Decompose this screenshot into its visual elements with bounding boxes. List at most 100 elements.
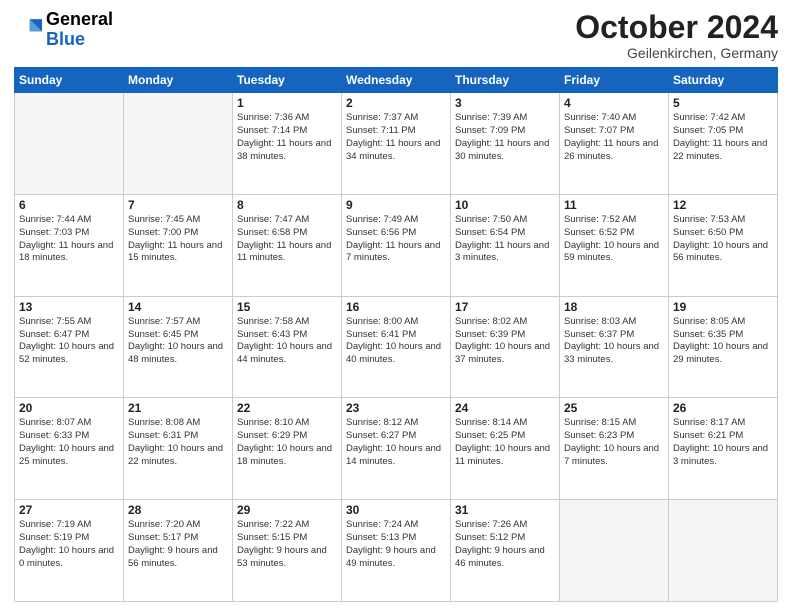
day-number: 24 xyxy=(455,401,555,415)
day-number: 16 xyxy=(346,300,446,314)
calendar-cell: 5 Sunrise: 7:42 AM Sunset: 7:05 PM Daylig… xyxy=(669,93,778,195)
day-info: Sunrise: 7:49 AM Sunset: 6:56 PM Dayligh… xyxy=(346,214,446,265)
day-header-saturday: Saturday xyxy=(669,68,778,93)
logo-line1: General xyxy=(46,10,113,30)
day-info: Sunrise: 8:08 AM Sunset: 6:31 PM Dayligh… xyxy=(128,417,228,468)
calendar-cell: 25Sunrise: 8:15 AM Sunset: 6:23 PM Dayli… xyxy=(560,398,669,500)
logo-icon xyxy=(14,16,42,44)
day-info: Sunrise: 7:55 AM Sunset: 6:47 PM Dayligh… xyxy=(19,316,119,367)
day-number: 27 xyxy=(19,503,119,517)
day-header-sunday: Sunday xyxy=(15,68,124,93)
day-number: 15 xyxy=(237,300,337,314)
calendar-cell: 17 Sunrise: 8:02 AM Sunset: 6:39 PM Dayli… xyxy=(451,296,560,398)
day-number: 20 xyxy=(19,401,119,415)
calendar-cell: 19Sunrise: 8:05 AM Sunset: 6:35 PM Dayli… xyxy=(669,296,778,398)
page: General Blue October 2024 Geilenkirchen,… xyxy=(0,0,792,612)
calendar-week-3: 20 Sunrise: 8:07 AM Sunset: 6:33 PM Dayli… xyxy=(15,398,778,500)
logo-line2: Blue xyxy=(46,30,113,50)
calendar-cell: 20 Sunrise: 8:07 AM Sunset: 6:33 PM Dayli… xyxy=(15,398,124,500)
calendar-cell: 18 Sunrise: 8:03 AM Sunset: 6:37 PM Dayli… xyxy=(560,296,669,398)
day-header-tuesday: Tuesday xyxy=(233,68,342,93)
day-info: Sunrise: 7:37 AM Sunset: 7:11 PM Dayligh… xyxy=(346,112,446,163)
day-number: 7 xyxy=(128,198,228,212)
day-number: 14 xyxy=(128,300,228,314)
day-info: Sunrise: 8:00 AM Sunset: 6:41 PM Dayligh… xyxy=(346,316,446,367)
day-info: Sunrise: 7:58 AM Sunset: 6:43 PM Dayligh… xyxy=(237,316,337,367)
calendar-cell: 10Sunrise: 7:50 AM Sunset: 6:54 PM Dayli… xyxy=(451,194,560,296)
day-number: 6 xyxy=(19,198,119,212)
calendar-cell: 2 Sunrise: 7:37 AM Sunset: 7:11 PM Daylig… xyxy=(342,93,451,195)
calendar-cell: 31Sunrise: 7:26 AM Sunset: 5:12 PM Dayli… xyxy=(451,500,560,602)
day-info: Sunrise: 8:07 AM Sunset: 6:33 PM Dayligh… xyxy=(19,417,119,468)
calendar-cell: 9 Sunrise: 7:49 AM Sunset: 6:56 PM Daylig… xyxy=(342,194,451,296)
calendar-week-2: 13 Sunrise: 7:55 AM Sunset: 6:47 PM Dayli… xyxy=(15,296,778,398)
calendar-cell: 29 Sunrise: 7:22 AM Sunset: 5:15 PM Dayli… xyxy=(233,500,342,602)
calendar-title: October 2024 xyxy=(575,10,778,45)
day-info: Sunrise: 7:20 AM Sunset: 5:17 PM Dayligh… xyxy=(128,519,228,570)
day-info: Sunrise: 8:02 AM Sunset: 6:39 PM Dayligh… xyxy=(455,316,555,367)
day-number: 1 xyxy=(237,96,337,110)
day-header-thursday: Thursday xyxy=(451,68,560,93)
day-info: Sunrise: 8:03 AM Sunset: 6:37 PM Dayligh… xyxy=(564,316,664,367)
calendar-header-row: SundayMondayTuesdayWednesdayThursdayFrid… xyxy=(15,68,778,93)
day-number: 4 xyxy=(564,96,664,110)
day-info: Sunrise: 7:19 AM Sunset: 5:19 PM Dayligh… xyxy=(19,519,119,570)
day-number: 18 xyxy=(564,300,664,314)
day-number: 17 xyxy=(455,300,555,314)
day-info: Sunrise: 7:40 AM Sunset: 7:07 PM Dayligh… xyxy=(564,112,664,163)
calendar-cell: 14Sunrise: 7:57 AM Sunset: 6:45 PM Dayli… xyxy=(124,296,233,398)
calendar-table: SundayMondayTuesdayWednesdayThursdayFrid… xyxy=(14,67,778,602)
calendar-cell: 11Sunrise: 7:52 AM Sunset: 6:52 PM Dayli… xyxy=(560,194,669,296)
day-info: Sunrise: 7:24 AM Sunset: 5:13 PM Dayligh… xyxy=(346,519,446,570)
day-info: Sunrise: 7:39 AM Sunset: 7:09 PM Dayligh… xyxy=(455,112,555,163)
day-number: 30 xyxy=(346,503,446,517)
calendar-cell: 3Sunrise: 7:39 AM Sunset: 7:09 PM Daylig… xyxy=(451,93,560,195)
day-info: Sunrise: 8:17 AM Sunset: 6:21 PM Dayligh… xyxy=(673,417,773,468)
day-number: 21 xyxy=(128,401,228,415)
day-number: 29 xyxy=(237,503,337,517)
calendar-subtitle: Geilenkirchen, Germany xyxy=(575,45,778,61)
day-info: Sunrise: 7:52 AM Sunset: 6:52 PM Dayligh… xyxy=(564,214,664,265)
calendar-cell: 6Sunrise: 7:44 AM Sunset: 7:03 PM Daylig… xyxy=(15,194,124,296)
calendar-cell: 13 Sunrise: 7:55 AM Sunset: 6:47 PM Dayli… xyxy=(15,296,124,398)
day-info: Sunrise: 7:36 AM Sunset: 7:14 PM Dayligh… xyxy=(237,112,337,163)
day-number: 22 xyxy=(237,401,337,415)
day-number: 5 xyxy=(673,96,773,110)
day-info: Sunrise: 7:22 AM Sunset: 5:15 PM Dayligh… xyxy=(237,519,337,570)
calendar-cell xyxy=(560,500,669,602)
day-number: 13 xyxy=(19,300,119,314)
calendar-week-4: 27 Sunrise: 7:19 AM Sunset: 5:19 PM Dayli… xyxy=(15,500,778,602)
calendar-cell: 27 Sunrise: 7:19 AM Sunset: 5:19 PM Dayli… xyxy=(15,500,124,602)
day-info: Sunrise: 7:53 AM Sunset: 6:50 PM Dayligh… xyxy=(673,214,773,265)
calendar-cell: 16 Sunrise: 8:00 AM Sunset: 6:41 PM Dayli… xyxy=(342,296,451,398)
day-header-wednesday: Wednesday xyxy=(342,68,451,93)
day-header-friday: Friday xyxy=(560,68,669,93)
calendar-cell: 21 Sunrise: 8:08 AM Sunset: 6:31 PM Dayli… xyxy=(124,398,233,500)
day-info: Sunrise: 7:42 AM Sunset: 7:05 PM Dayligh… xyxy=(673,112,773,163)
day-number: 28 xyxy=(128,503,228,517)
day-info: Sunrise: 7:45 AM Sunset: 7:00 PM Dayligh… xyxy=(128,214,228,265)
calendar-cell: 24Sunrise: 8:14 AM Sunset: 6:25 PM Dayli… xyxy=(451,398,560,500)
calendar-cell: 15 Sunrise: 7:58 AM Sunset: 6:43 PM Dayli… xyxy=(233,296,342,398)
day-number: 9 xyxy=(346,198,446,212)
calendar-cell: 28 Sunrise: 7:20 AM Sunset: 5:17 PM Dayli… xyxy=(124,500,233,602)
day-number: 25 xyxy=(564,401,664,415)
day-number: 2 xyxy=(346,96,446,110)
calendar-cell: 30 Sunrise: 7:24 AM Sunset: 5:13 PM Dayli… xyxy=(342,500,451,602)
calendar-cell xyxy=(15,93,124,195)
day-info: Sunrise: 7:26 AM Sunset: 5:12 PM Dayligh… xyxy=(455,519,555,570)
calendar-cell: 4 Sunrise: 7:40 AM Sunset: 7:07 PM Daylig… xyxy=(560,93,669,195)
calendar-cell: 7 Sunrise: 7:45 AM Sunset: 7:00 PM Daylig… xyxy=(124,194,233,296)
calendar-cell: 23Sunrise: 8:12 AM Sunset: 6:27 PM Dayli… xyxy=(342,398,451,500)
logo-text: General Blue xyxy=(46,10,113,50)
calendar-cell: 22 Sunrise: 8:10 AM Sunset: 6:29 PM Dayli… xyxy=(233,398,342,500)
day-number: 10 xyxy=(455,198,555,212)
calendar-week-0: 1 Sunrise: 7:36 AM Sunset: 7:14 PM Daylig… xyxy=(15,93,778,195)
day-info: Sunrise: 8:10 AM Sunset: 6:29 PM Dayligh… xyxy=(237,417,337,468)
day-number: 19 xyxy=(673,300,773,314)
calendar-cell xyxy=(669,500,778,602)
day-number: 8 xyxy=(237,198,337,212)
day-number: 12 xyxy=(673,198,773,212)
day-info: Sunrise: 7:47 AM Sunset: 6:58 PM Dayligh… xyxy=(237,214,337,265)
day-header-monday: Monday xyxy=(124,68,233,93)
